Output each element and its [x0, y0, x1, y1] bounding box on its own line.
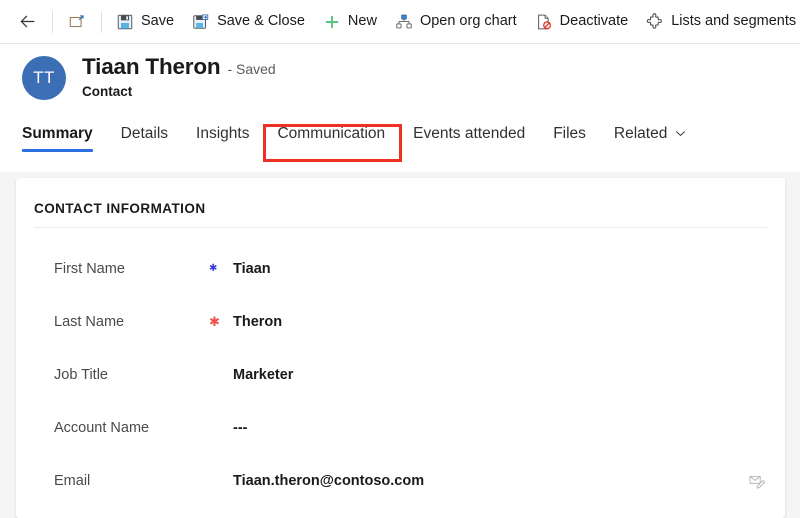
last-name-label: Last Name	[54, 313, 125, 330]
avatar-initials: TT	[33, 68, 55, 87]
deactivate-label: Deactivate	[559, 13, 629, 30]
job-title-value[interactable]: Marketer	[233, 367, 765, 383]
tab-details[interactable]: Details	[107, 124, 182, 153]
save-button-label: Save	[141, 13, 175, 30]
tab-details-label: Details	[120, 124, 169, 142]
deactivate-button[interactable]: Deactivate	[526, 4, 638, 40]
lists-and-segments-button[interactable]: Lists and segments	[637, 4, 800, 40]
open-org-chart-label: Open org chart	[419, 13, 517, 30]
section-title: CONTACT INFORMATION	[34, 178, 767, 228]
entity-type-label: Contact	[82, 84, 133, 99]
save-state-text: - Saved	[227, 61, 276, 77]
arrow-left-icon	[18, 12, 37, 31]
avatar: TT	[22, 56, 66, 100]
command-bar: Save Save & Close New Open org chart Dea…	[0, 0, 800, 44]
contact-information-card: CONTACT INFORMATION First Name ✱ Tiaan L…	[16, 178, 785, 518]
tab-insights-label: Insights	[196, 124, 250, 142]
email-label: Email	[54, 472, 91, 489]
tab-insights[interactable]: Insights	[182, 124, 263, 153]
tab-communication-label: Communication	[277, 124, 386, 142]
tab-summary[interactable]: Summary	[22, 124, 107, 153]
content-area: CONTACT INFORMATION First Name ✱ Tiaan L…	[0, 172, 800, 518]
account-name-value[interactable]: ---	[233, 420, 765, 436]
save-icon	[116, 13, 134, 31]
puzzle-icon	[646, 12, 664, 31]
save-and-close-button[interactable]: Save & Close	[183, 4, 314, 40]
tab-related[interactable]: Related	[600, 124, 701, 153]
new-button[interactable]: New	[314, 4, 386, 40]
back-button[interactable]	[8, 4, 47, 40]
field-row-first-name: First Name ✱ Tiaan	[16, 242, 785, 295]
lists-and-segments-label: Lists and segments	[671, 13, 797, 30]
last-name-value[interactable]: Theron	[233, 314, 765, 330]
toolbar-divider-1	[52, 10, 53, 33]
pop-out-icon	[68, 13, 86, 31]
last-name-required-marker: ✱	[209, 314, 220, 329]
tab-files-label: Files	[553, 124, 586, 142]
job-title-label: Job Title	[54, 366, 108, 383]
new-button-label: New	[347, 13, 377, 30]
save-and-close-label: Save & Close	[217, 13, 305, 30]
first-name-label: First Name	[54, 260, 125, 277]
field-row-email: Email Tiaan.theron@contoso.com	[16, 454, 785, 507]
field-row-last-name: Last Name ✱ Theron	[16, 295, 785, 348]
open-org-chart-button[interactable]: Open org chart	[386, 4, 526, 40]
email-compose-icon[interactable]	[748, 472, 765, 489]
record-title-block: Tiaan Theron - Saved Contact	[82, 54, 276, 99]
org-chart-icon	[395, 13, 413, 31]
first-name-value[interactable]: Tiaan	[233, 261, 765, 277]
save-close-icon	[192, 13, 210, 31]
toolbar-divider-2	[101, 10, 102, 33]
account-name-label: Account Name	[54, 419, 150, 436]
deactivate-icon	[535, 13, 553, 31]
field-list: First Name ✱ Tiaan Last Name ✱ Theron Jo…	[16, 228, 785, 507]
tab-summary-label: Summary	[22, 124, 93, 142]
tab-bar: Summary Details Insights Communication E…	[0, 108, 800, 152]
tab-events-attended-label: Events attended	[413, 124, 526, 142]
chevron-down-icon	[674, 127, 687, 141]
tab-related-label: Related	[613, 124, 668, 142]
first-name-required-marker: ✱	[209, 262, 218, 274]
page-title: Tiaan Theron	[82, 54, 221, 79]
tab-events-attended[interactable]: Events attended	[399, 124, 539, 153]
record-header: TT Tiaan Theron - Saved Contact	[0, 44, 800, 108]
plus-icon	[323, 13, 341, 31]
tab-files[interactable]: Files	[539, 124, 600, 153]
email-value[interactable]: Tiaan.theron@contoso.com	[233, 473, 748, 489]
field-row-account-name: Account Name ---	[16, 401, 785, 454]
record-title-row: Tiaan Theron - Saved	[82, 54, 276, 80]
tab-communication[interactable]: Communication	[263, 124, 399, 153]
field-row-job-title: Job Title Marketer	[16, 348, 785, 401]
popout-button[interactable]	[58, 4, 96, 40]
save-button[interactable]: Save	[107, 4, 183, 40]
